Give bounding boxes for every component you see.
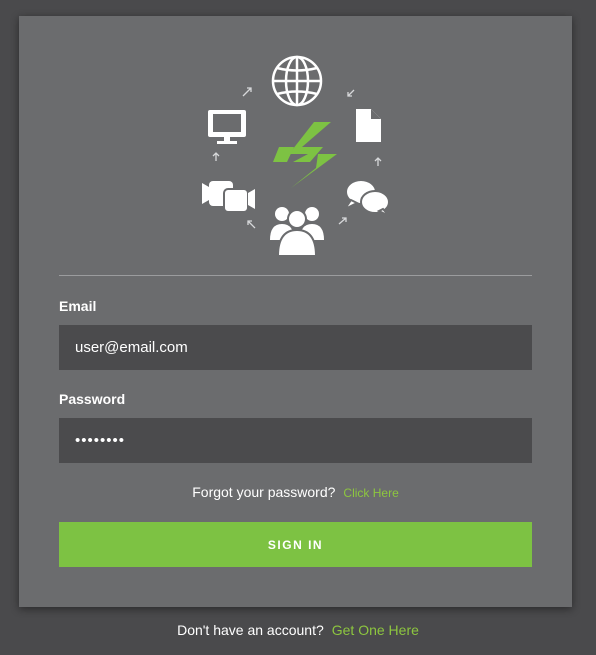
lightning-logo-icon: [273, 122, 337, 188]
sign-in-button[interactable]: SIGN IN: [59, 522, 532, 567]
document-icon: [356, 109, 381, 142]
chat-bubbles-icon: [342, 179, 390, 217]
monitor-icon: [208, 110, 246, 144]
signup-prompt: Don't have an account? Get One Here: [0, 622, 596, 638]
password-label: Password: [59, 391, 126, 407]
globe-icon: [271, 55, 323, 107]
hero-graphic: [19, 16, 572, 276]
divider: [59, 275, 532, 276]
email-field[interactable]: [59, 325, 532, 370]
video-camera-icon: [202, 181, 255, 213]
get-one-here-link[interactable]: Get One Here: [332, 622, 419, 638]
signup-text: Don't have an account?: [177, 622, 324, 638]
password-field[interactable]: [59, 418, 532, 463]
forgot-password-link[interactable]: Click Here: [343, 486, 398, 500]
email-label: Email: [59, 298, 97, 314]
forgot-password-row: Forgot your password? Click Here: [19, 484, 572, 500]
users-group-icon: [270, 207, 324, 257]
forgot-password-text: Forgot your password?: [192, 484, 336, 500]
login-card: Email Password Forgot your password? Clic…: [19, 16, 572, 607]
